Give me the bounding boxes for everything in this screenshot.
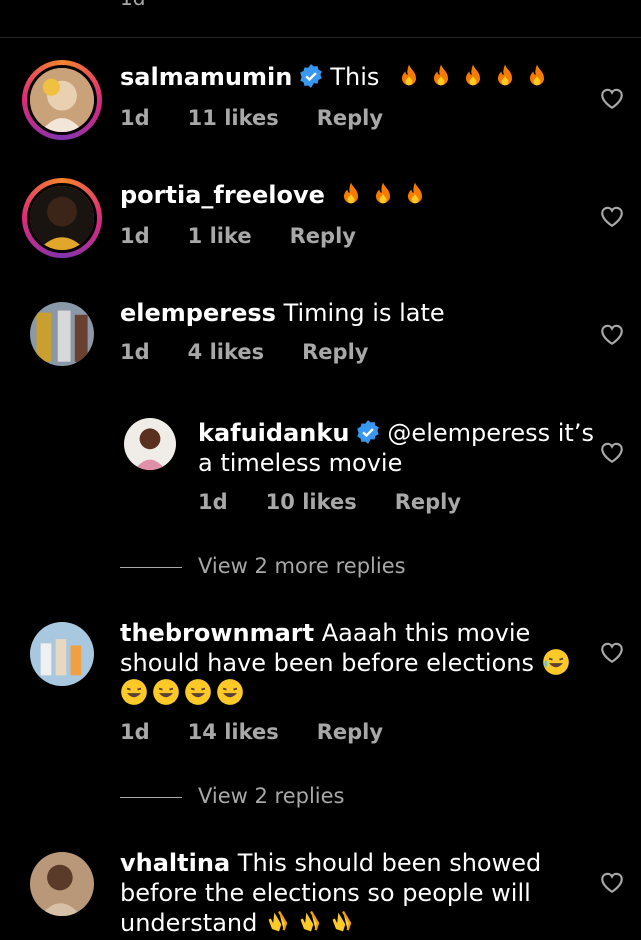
view-more-replies-label: View 2 more replies: [198, 554, 406, 578]
comment-text: This: [330, 63, 380, 91]
replies-line: [120, 796, 182, 798]
view-replies-label: View 2 replies: [198, 784, 345, 808]
username[interactable]: kafuidanku: [198, 419, 349, 447]
like-heart-icon[interactable]: [599, 322, 625, 346]
likes-count[interactable]: 11 likes: [188, 106, 279, 130]
comment-text-line2: should have been before elections: [120, 649, 534, 677]
username[interactable]: thebrownmart: [120, 619, 314, 647]
comment-text-line1: This should been showed: [237, 849, 542, 877]
comment-text-line1: @elemperess it’s: [387, 419, 594, 447]
view-replies-link[interactable]: View 2 replies: [120, 784, 345, 808]
avatar[interactable]: [30, 852, 94, 916]
laughing-emoji-icon: [542, 649, 569, 675]
comment-text: Timing is late: [283, 299, 445, 327]
username[interactable]: vhaltina: [120, 849, 230, 877]
comment-time: 1d: [120, 224, 150, 248]
comment-text-line2: before the elections so people will: [120, 879, 531, 907]
avatar[interactable]: [30, 622, 94, 686]
comment-text-line1: Aaaah this movie: [321, 619, 531, 647]
likes-count[interactable]: 1 like: [188, 224, 252, 248]
like-heart-icon[interactable]: [599, 440, 625, 464]
replies-line: [120, 566, 182, 568]
avatar[interactable]: [30, 302, 94, 366]
reply-button[interactable]: Reply: [395, 490, 461, 514]
reply-button[interactable]: Reply: [302, 340, 368, 364]
fire-emoji-icon: [337, 181, 433, 209]
comment-text-line2: a timeless movie: [198, 449, 403, 477]
like-heart-icon[interactable]: [599, 86, 625, 110]
divider: [0, 37, 641, 38]
avatar[interactable]: [22, 60, 102, 140]
comment-time: 1d: [120, 340, 150, 364]
likes-count[interactable]: 4 likes: [188, 340, 264, 364]
verified-badge-icon: [300, 64, 323, 88]
comment-text-line3: understand: [120, 909, 258, 937]
clapping-emoji-icon: [265, 909, 361, 937]
avatar[interactable]: [124, 418, 176, 470]
comment-time: 1d: [120, 106, 150, 130]
avatar[interactable]: [22, 178, 102, 258]
like-heart-icon[interactable]: [599, 870, 625, 894]
username[interactable]: elemperess: [120, 299, 276, 327]
like-heart-icon[interactable]: [599, 640, 625, 664]
laughing-emoji-icon: [120, 679, 248, 707]
verified-badge-icon: [357, 420, 380, 444]
reply-button[interactable]: Reply: [317, 106, 383, 130]
comment-time: 1d: [120, 720, 150, 744]
username[interactable]: portia_freelove: [120, 181, 325, 209]
comment-time: 1d: [198, 490, 228, 514]
likes-count[interactable]: 14 likes: [188, 720, 279, 744]
fire-emoji-icon: [395, 63, 555, 91]
view-more-replies-link[interactable]: View 2 more replies: [120, 554, 406, 578]
reply-button[interactable]: Reply: [317, 720, 383, 744]
reply-button[interactable]: Reply: [290, 224, 356, 248]
like-heart-icon[interactable]: [599, 204, 625, 228]
previous-comment-time: 1d: [120, 0, 145, 10]
likes-count[interactable]: 10 likes: [266, 490, 357, 514]
username[interactable]: salmamumin: [120, 63, 292, 91]
